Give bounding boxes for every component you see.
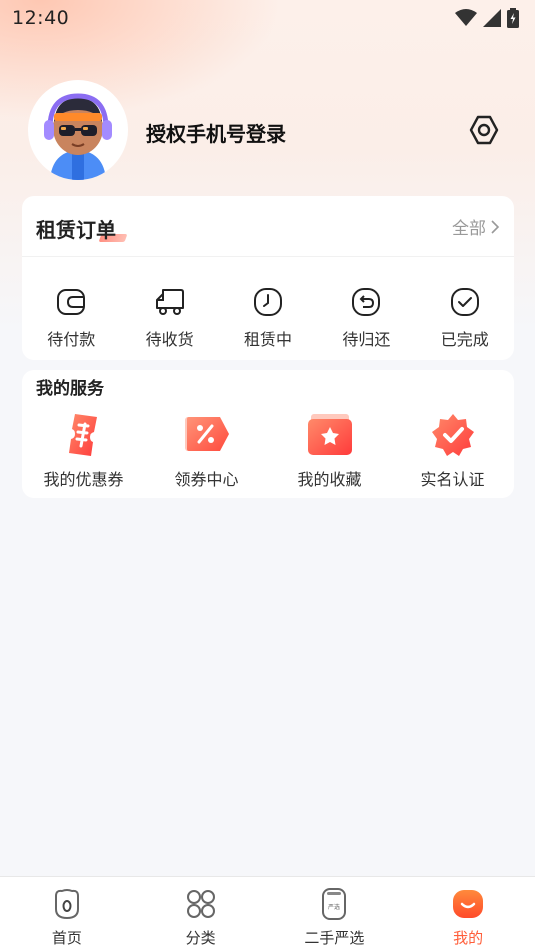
divider [22,256,514,257]
tab-label: 我的 [453,929,484,947]
home-icon [54,889,79,920]
status-bar: 12:40 [0,0,535,36]
avatar-character-icon [44,93,112,180]
tab-home[interactable]: 首页 [0,877,134,951]
secondhand-icon-text: 严选 [328,903,340,911]
profile-section: 授权手机号登录 [28,80,508,180]
order-label: 租赁中 [243,330,292,349]
order-label: 待归还 [342,330,391,349]
login-link[interactable]: 授权手机号登录 [146,118,286,147]
settings-hexagon-icon [469,115,499,145]
order-completed[interactable]: 已完成 [416,286,514,350]
truck-icon [155,289,184,315]
tab-label: 首页 [51,929,82,947]
order-renting[interactable]: 租赁中 [219,286,317,350]
coupon-icon [68,414,97,456]
all-orders-label: 全部 [452,219,486,239]
tab-category[interactable]: 分类 [134,877,268,951]
signal-icon [483,9,501,27]
service-my-favorites[interactable]: 我的收藏 [268,412,391,490]
order-pending-payment[interactable]: 待付款 [22,286,120,350]
wifi-icon [455,9,477,26]
service-my-coupons[interactable]: 我的优惠券 [22,412,145,490]
service-label: 我的收藏 [297,470,362,489]
chevron-right-icon [491,219,500,234]
tab-mine[interactable]: 我的 [401,877,535,951]
my-services-card: 我的服务 我的优惠券 领券中心 我的收藏 实名认证 [22,370,514,498]
discount-tag-icon [184,417,229,451]
order-label: 待收货 [145,330,194,349]
settings-button[interactable] [468,114,500,146]
my-services-title: 我的服务 [36,379,104,399]
grid-icon [186,890,215,918]
service-real-name-verification[interactable]: 实名认证 [391,412,514,490]
check-circle-icon [450,288,479,316]
all-orders-link[interactable]: 全部 [452,214,500,239]
order-pending-receipt[interactable]: 待收货 [120,286,218,350]
tab-label: 分类 [185,929,216,947]
status-icons [455,8,519,28]
clock-icon [253,288,282,316]
avatar[interactable] [28,80,128,180]
rental-orders-card: 租赁订单 全部 待付款 待收货 租赁中 待归还 已完成 [22,196,514,360]
order-label: 待付款 [47,330,96,349]
favorite-star-icon [307,414,352,455]
service-label: 我的优惠券 [43,470,124,489]
service-coupon-center[interactable]: 领券中心 [145,412,268,490]
tab-label: 二手严选 [304,929,365,947]
return-icon [352,288,381,316]
order-status-row: 待付款 待收货 租赁中 待归还 已完成 [22,286,514,350]
order-label: 已完成 [440,330,489,349]
bottom-tab-bar: 首页 分类 严选 二手严选 我的 [0,876,535,951]
secondhand-device-icon: 严选 [322,888,347,920]
service-label: 实名认证 [420,470,485,489]
battery-icon [507,8,519,28]
tab-secondhand[interactable]: 严选 二手严选 [268,877,402,951]
mine-smile-icon [453,890,484,918]
status-time: 12:40 [12,7,70,29]
order-pending-return[interactable]: 待归还 [317,286,415,350]
verified-badge-icon [431,414,474,456]
services-row: 我的优惠券 领券中心 我的收藏 实名认证 [22,412,514,490]
rental-orders-title: 租赁订单 [36,218,116,242]
wallet-icon [57,289,86,315]
service-label: 领券中心 [174,470,239,489]
